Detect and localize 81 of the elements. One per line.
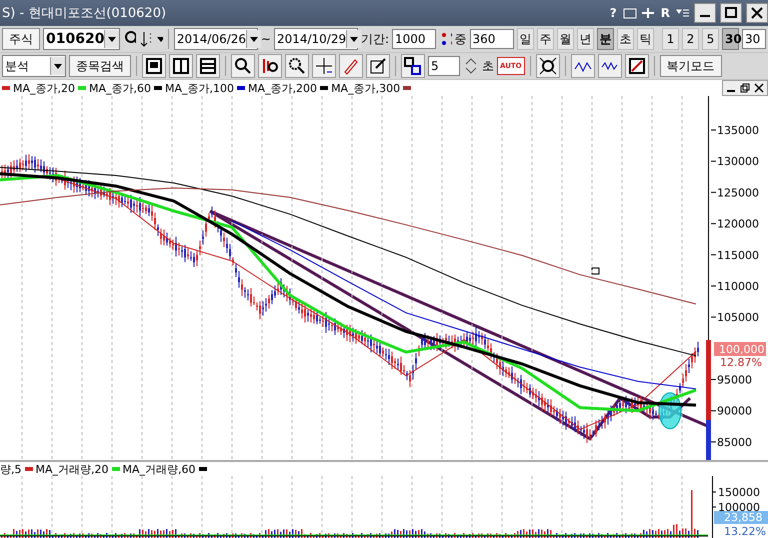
help-button[interactable]: ? <box>608 6 619 20</box>
stock-search-button[interactable]: 종목검색 <box>69 55 131 77</box>
legend-label: MA_종가,300 <box>331 80 400 96</box>
step-input[interactable]: 5 <box>428 56 460 76</box>
rows-icon[interactable] <box>196 54 220 78</box>
restore-icon[interactable] <box>739 83 751 93</box>
start-date-combo[interactable]: 2014/06/26 <box>174 28 258 50</box>
caret-icon[interactable] <box>246 30 262 48</box>
mid-label: 중 <box>454 30 466 48</box>
timeframe-button[interactable]: 년 <box>576 28 594 50</box>
maximize-button[interactable] <box>720 3 742 23</box>
axis-label: 120000 <box>717 218 759 231</box>
axis-label: 90000 <box>717 404 752 418</box>
volume-change: 13.22% <box>724 525 766 538</box>
pin-icon[interactable] <box>640 7 655 19</box>
legend-label: MA_종가,200 <box>248 80 318 96</box>
sort-icon[interactable] <box>138 29 152 49</box>
zoom-out-icon[interactable] <box>285 54 309 78</box>
caret-icon[interactable] <box>104 30 120 48</box>
code-combo[interactable]: 010620 <box>43 28 120 50</box>
pen-icon[interactable] <box>339 54 363 78</box>
current-price-badge: 100,000 <box>714 342 766 356</box>
close-icon[interactable] <box>753 83 765 93</box>
axis-label: 135000 <box>717 124 759 137</box>
timeframe-button[interactable]: 분 <box>596 28 614 50</box>
caret-icon[interactable] <box>346 30 362 48</box>
legend-label: MA_종가,60 <box>89 80 152 96</box>
swap-icon[interactable] <box>401 54 425 78</box>
list-icon[interactable] <box>676 7 690 19</box>
interval-button[interactable]: 30 <box>722 28 739 50</box>
price-change: 12.87% <box>720 356 762 369</box>
timeframe-button[interactable]: 주 <box>536 28 554 50</box>
r-button[interactable]: R <box>658 6 672 20</box>
end-date-combo[interactable]: 2014/10/29 <box>274 28 358 50</box>
legend-label: MA_거래량,20 <box>36 462 109 476</box>
close-button[interactable] <box>746 3 768 23</box>
marker-icon <box>592 268 600 274</box>
interval-button[interactable]: 5 <box>702 28 719 50</box>
legend-label: MA_종가,20 <box>13 80 76 96</box>
axis-label: 105000 <box>717 311 759 324</box>
replay-mode-button[interactable]: 복기모드 <box>660 55 722 77</box>
period-label: 기간: <box>360 30 389 48</box>
legend-label: 량,5 <box>0 462 22 476</box>
image-icon[interactable] <box>624 54 649 78</box>
columns-icon[interactable] <box>169 54 193 78</box>
axis-label: 100000 <box>718 501 760 514</box>
timeframe-button[interactable]: 월 <box>556 28 574 50</box>
interval-input[interactable]: 30 <box>742 29 766 49</box>
highlight-ellipse <box>658 392 682 430</box>
current-volume-badge: 23,858 <box>714 511 768 524</box>
interval-button[interactable]: 1 <box>662 28 679 50</box>
zoom-icon[interactable] <box>231 54 255 78</box>
axis-label: 130000 <box>717 155 759 168</box>
axis-label: 115000 <box>717 248 759 262</box>
window-title: S) - 현대미포조선(010620) <box>2 5 166 22</box>
analysis-combo[interactable]: 분석 <box>2 55 66 77</box>
legend-label: MA_종가,100 <box>165 80 234 96</box>
interval-button[interactable]: 2 <box>682 28 699 50</box>
axis-label: 95000 <box>717 374 752 387</box>
window-icon[interactable] <box>142 54 166 78</box>
timeframe-button[interactable]: 일 <box>516 28 534 50</box>
period-input[interactable]: 1000 <box>392 29 436 49</box>
axis-label: 150000 <box>718 486 760 499</box>
edit-icon[interactable] <box>366 54 390 78</box>
legend-label: MA_거래량,60 <box>122 462 196 476</box>
minimize-button[interactable] <box>694 3 716 23</box>
axis-label: 125000 <box>717 186 759 200</box>
axis-label: 110000 <box>717 280 759 293</box>
crosshair-icon[interactable] <box>312 54 336 78</box>
range-separator: ~ <box>260 32 271 46</box>
wave-icon[interactable] <box>570 54 595 78</box>
timeframe-button[interactable]: 틱 <box>636 28 654 50</box>
caret-icon[interactable] <box>50 57 65 75</box>
timeframe-button[interactable]: 초 <box>616 28 634 50</box>
zigzag-icon[interactable] <box>598 54 622 78</box>
axis-label: 85000 <box>717 436 752 449</box>
count-input[interactable]: 360 <box>470 29 514 49</box>
fit-icon[interactable] <box>536 54 560 78</box>
step-unit: 초 <box>482 58 494 74</box>
market-button[interactable]: 주식 <box>2 28 40 50</box>
candle-zoom-icon[interactable] <box>258 54 282 78</box>
